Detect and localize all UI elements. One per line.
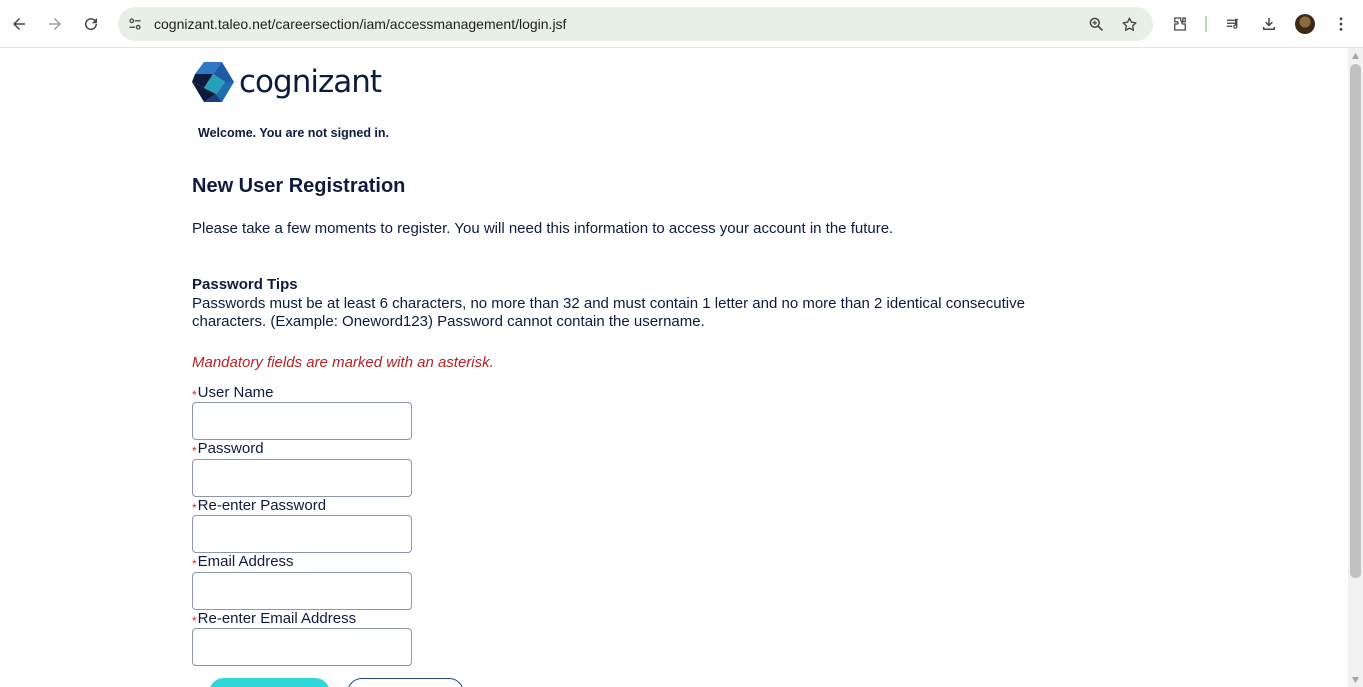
password-tips-text: Passwords must be at least 6 characters,… xyxy=(192,295,1025,330)
password-input[interactable] xyxy=(192,459,412,497)
profile-avatar[interactable] xyxy=(1295,14,1315,34)
url-text[interactable]: cognizant.taleo.net/careersection/iam/ac… xyxy=(154,16,566,32)
download-icon[interactable] xyxy=(1257,12,1281,36)
register-button[interactable] xyxy=(209,678,330,687)
logo-wordmark: cognizant xyxy=(239,64,382,100)
reenter-password-label: *Re-enter Password xyxy=(192,497,327,515)
scroll-down-arrow-icon[interactable] xyxy=(1351,676,1360,684)
media-queue-icon[interactable] xyxy=(1221,12,1245,36)
cancel-button[interactable] xyxy=(347,678,464,687)
cognizant-logo[interactable]: cognizant xyxy=(192,62,382,102)
username-label: *User Name xyxy=(192,384,274,402)
page-title: New User Registration xyxy=(192,175,406,197)
browser-toolbar: cognizant.taleo.net/careersection/iam/ac… xyxy=(0,0,1363,48)
password-label: *Password xyxy=(192,440,264,458)
reload-icon[interactable] xyxy=(79,12,103,36)
intro-text: Please take a few moments to register. Y… xyxy=(192,220,894,237)
required-asterisk: * xyxy=(192,501,197,515)
bookmark-star-icon[interactable] xyxy=(1120,15,1138,33)
cognizant-logo-mark-icon xyxy=(192,62,234,102)
toolbar-divider xyxy=(1205,16,1207,32)
required-asterisk: * xyxy=(192,388,197,402)
zoom-icon[interactable] xyxy=(1087,15,1105,33)
scrollbar-thumb[interactable] xyxy=(1350,64,1361,578)
required-asterisk: * xyxy=(192,614,197,628)
scroll-up-arrow-icon[interactable] xyxy=(1351,52,1360,60)
forward-arrow-icon[interactable] xyxy=(43,12,67,36)
reenter-email-label: *Re-enter Email Address xyxy=(192,610,357,628)
username-input[interactable] xyxy=(192,402,412,440)
email-label: *Email Address xyxy=(192,553,294,571)
required-asterisk: * xyxy=(192,557,197,571)
back-arrow-icon[interactable] xyxy=(7,12,31,36)
mandatory-note: Mandatory fields are marked with an aste… xyxy=(192,354,494,371)
reenter-email-input[interactable] xyxy=(192,628,412,666)
welcome-message: Welcome. You are not signed in. xyxy=(198,126,390,140)
site-info-icon[interactable] xyxy=(126,15,144,33)
password-tips-heading: Password Tips xyxy=(192,276,298,293)
address-bar[interactable]: cognizant.taleo.net/careersection/iam/ac… xyxy=(118,7,1153,41)
menu-kebab-icon[interactable] xyxy=(1329,12,1353,36)
email-input[interactable] xyxy=(192,572,412,610)
reenter-password-input[interactable] xyxy=(192,515,412,553)
required-asterisk: * xyxy=(192,444,197,458)
extensions-puzzle-icon[interactable] xyxy=(1168,12,1192,36)
